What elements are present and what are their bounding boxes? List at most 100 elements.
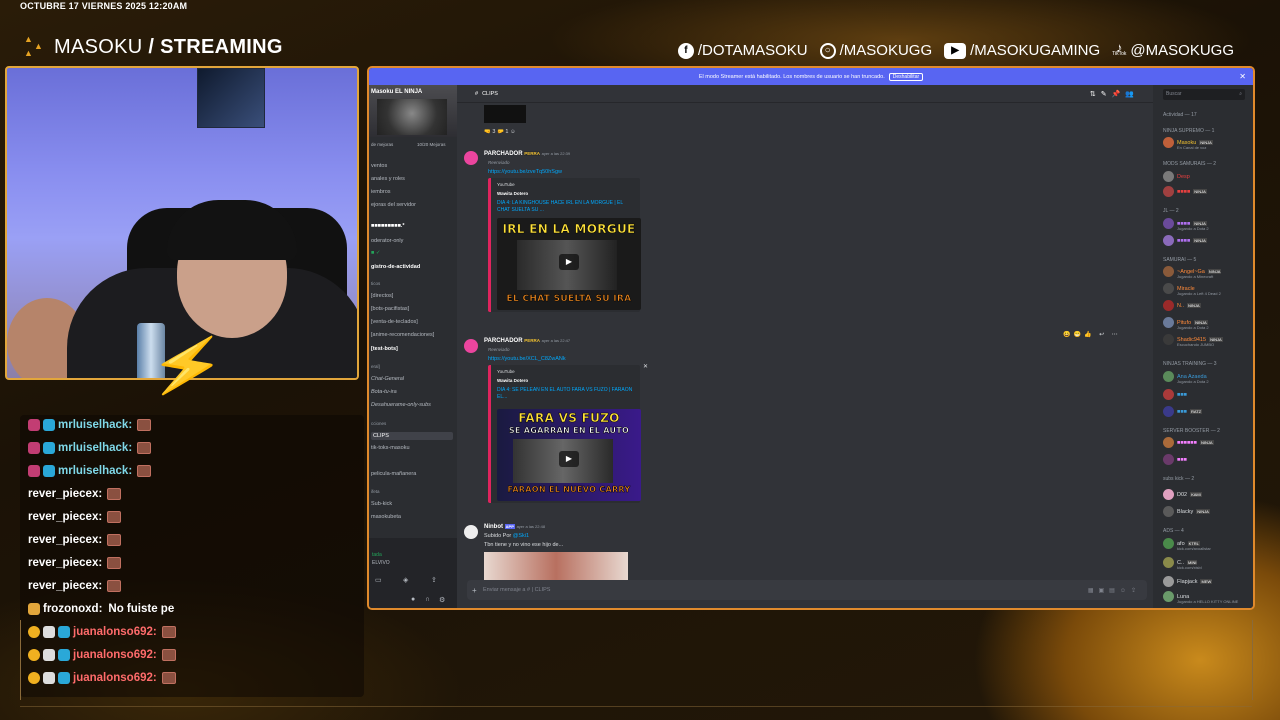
video-thumbnail[interactable]: IRL EN LA MORGUE ▶ EL CHAT SUELTA SU IRA [497, 218, 641, 310]
activity-icon[interactable]: ◈ [403, 576, 408, 584]
chat-message: rever_piecex: [28, 488, 122, 500]
message-author[interactable]: Ninbot APP ayer a las 22:48 [484, 524, 545, 530]
member-item[interactable]: Ana Azaeda Jugando a Dota 2 [1163, 371, 1209, 384]
message-link[interactable]: https://youtu.be/zveTq50hSgw [488, 169, 562, 175]
brand-name: MASOKU [54, 35, 143, 58]
server-name: Masoku EL NINJA [371, 89, 423, 95]
close-icon[interactable]: ✕ [1239, 72, 1246, 81]
channel-boosts[interactable]: ejoras del servidor [371, 202, 416, 208]
mic-icon[interactable]: ● [411, 596, 415, 603]
emote-icon [107, 488, 122, 500]
channel-bots[interactable]: [bots-pacifistas] [371, 306, 409, 312]
lightning-bolt-icon: ⚡ [144, 326, 230, 405]
image-attachment[interactable] [484, 105, 526, 123]
member-item[interactable]: Masoku NINJA En Canal de voz [1163, 137, 1213, 150]
member-item[interactable]: N.. NINJA [1163, 300, 1201, 311]
screen-share-icon[interactable]: ⇪ [431, 576, 437, 584]
member-item[interactable]: Pitufo NINJA Jugando a Dota 2 [1163, 317, 1209, 330]
member-item[interactable]: D02 KAMI [1163, 489, 1202, 500]
channel-members[interactable]: iembros [371, 189, 391, 195]
emote-icon [161, 649, 176, 661]
channel-chat-general[interactable]: Chat-General [371, 376, 404, 382]
member-item[interactable]: Desp [1163, 171, 1190, 182]
play-icon: ▶ [559, 254, 579, 270]
member-list: Buscar ⌕ Actividad — 17 NINJA SUPREMO — 1… [1153, 85, 1253, 608]
channel-test-bots[interactable]: [test-bots] [371, 346, 398, 352]
channel-pelicula[interactable]: pelicula-mañanera [371, 471, 416, 477]
member-item[interactable]: ■■■ [1163, 389, 1187, 400]
channel-directos[interactable]: [directos] [371, 293, 393, 299]
member-item[interactable]: C.. MINI kick.com/xisbl [1163, 557, 1202, 570]
stream-overlay: OCTUBRE 17 VIERNES 2025 12:20AM ▲ ▲ ▲ MASO… [0, 0, 1280, 720]
channel-anime[interactable]: [anime-recomendaciones] [371, 332, 434, 338]
member-item[interactable]: afo KTRL kick.com/axoallstar [1163, 538, 1211, 551]
video-thumbnail[interactable]: FARA VS FUZO SE AGARRAN EN EL AUTO ▶ FAR… [497, 409, 641, 501]
user-mention[interactable]: @Ski1 [513, 533, 529, 539]
category-label[interactable]: ifeta [371, 489, 380, 494]
channel-desahuerame[interactable]: Desahuerame-only-subs [371, 402, 431, 408]
headphones-icon[interactable]: ∩ [425, 596, 430, 603]
bot-avatar[interactable] [464, 525, 478, 539]
triangle-logo-icon: ▲ ▲ ▲ [24, 34, 43, 58]
emote-icon [161, 672, 176, 684]
member-item[interactable]: ■■■ [1163, 454, 1187, 465]
emote-icon [107, 557, 122, 569]
member-item[interactable]: Flapjack MEW [1163, 576, 1213, 587]
search-icon: ⌕ [1239, 91, 1242, 97]
channel-teclados[interactable]: [venta-de-teclados] [371, 319, 418, 325]
chat-message: mrluiselhack: [28, 442, 152, 454]
member-item[interactable]: ~Angel~Ga NINJA Jugando a Minecraft [1163, 266, 1222, 279]
channel-sidebar: Masoku EL NINJA de mejoras 10/20 Mejoras … [369, 85, 457, 608]
embed-title-link[interactable]: DIA 4: LA KINGHOUSE HACE IRL EN LA MORGU… [497, 200, 637, 214]
youtube-icon: ▶ [944, 42, 967, 59]
header-toolbar[interactable]: ⇅✎📌👥 [1090, 90, 1139, 98]
settings-gear-icon[interactable]: ⚙ [439, 596, 445, 604]
reactions-row[interactable]: 🤜 3 🤛 1 ☺ [484, 129, 516, 135]
member-item[interactable]: Luna Jugando a HELLO KITTY ONLINE [1163, 591, 1238, 604]
member-item[interactable]: ■■■■ NINJA [1163, 186, 1207, 197]
message-author[interactable]: PARCHADOR PERRA ayer a las 22:47 [484, 338, 570, 344]
message-author[interactable]: PARCHADOR PERRA ayer a las 22:39 [484, 151, 570, 157]
social-instagram: ○/MASOKUGG [819, 42, 932, 59]
channel-events[interactable]: ventos [371, 163, 387, 169]
instagram-icon: ○ [819, 42, 836, 59]
member-item[interactable]: ■■■ RATZ [1163, 406, 1203, 417]
channel-header: # CLIPS ⇅✎📌👥 [457, 85, 1153, 103]
plus-icon: + [472, 585, 477, 595]
category-label[interactable]: ticos [371, 281, 380, 286]
user-avatar[interactable] [464, 151, 478, 165]
social-facebook: f/DOTAMASOKU [677, 42, 808, 59]
disable-streamer-button[interactable]: Deshabilitar [888, 72, 924, 81]
message-composer[interactable]: + Enviar mensaje a # | CLIPS ▦▣▤☺⇪ [467, 580, 1147, 600]
member-item[interactable]: Miracle Jugando a Left 4 Dead 2 [1163, 283, 1221, 296]
embed-title-link[interactable]: DIA 4: SE PELEAN EN EL AUTO FARA VS FUZO… [497, 387, 637, 401]
channel-clips[interactable]: CLIPS [371, 432, 453, 440]
member-item[interactable]: Shadic9415 NINJA Escuchando JUMBO [1163, 334, 1223, 347]
member-item[interactable]: ■■■■ NINJA Jugando a Dota 2 [1163, 218, 1209, 231]
chat-message: frozonoxd: No fuiste pe [28, 603, 174, 615]
message-link[interactable]: https://youtu.be/XCL_C8ZwANk [488, 356, 566, 362]
channel-masokubeta[interactable]: masokubeta [371, 514, 401, 520]
boost-bar[interactable]: de mejoras 10/20 Mejoras [371, 142, 446, 147]
channel-moderator[interactable]: oderator-only [371, 238, 403, 244]
datetime-label: OCTUBRE 17 VIERNES 2025 12:20AM [20, 1, 188, 11]
camera-icon[interactable]: ▭ [375, 576, 382, 584]
server-banner[interactable]: Masoku EL NINJA [369, 85, 457, 137]
category-label[interactable]: eral] [371, 364, 380, 369]
message-actions[interactable]: 😀😁👍 ↩ ⋯ [1063, 331, 1121, 338]
member-item[interactable]: ■■■■ NINJA [1163, 235, 1207, 246]
member-item[interactable]: ■■■■■■ NINJA [1163, 437, 1214, 448]
channel-registro[interactable]: gistro-de-actividad [371, 264, 420, 270]
member-item[interactable]: Blacky NINJA [1163, 506, 1210, 517]
channel-tiktoks[interactable]: tik-toks-masoku [371, 445, 410, 451]
chat-message: juanalonso692: [28, 672, 176, 684]
facebook-icon: f [677, 42, 694, 59]
channel-sub-kick[interactable]: Sub-kick [371, 501, 392, 507]
channel-bota-tu-ira[interactable]: Bota-tu-ira [371, 389, 397, 395]
close-embed-icon[interactable]: ✕ [643, 363, 648, 370]
channel-roles[interactable]: anales y roles [371, 176, 405, 182]
user-avatar[interactable] [464, 339, 478, 353]
search-input[interactable]: Buscar ⌕ [1163, 89, 1245, 100]
category-label[interactable]: cciones [371, 421, 386, 426]
wall-poster [197, 68, 265, 128]
